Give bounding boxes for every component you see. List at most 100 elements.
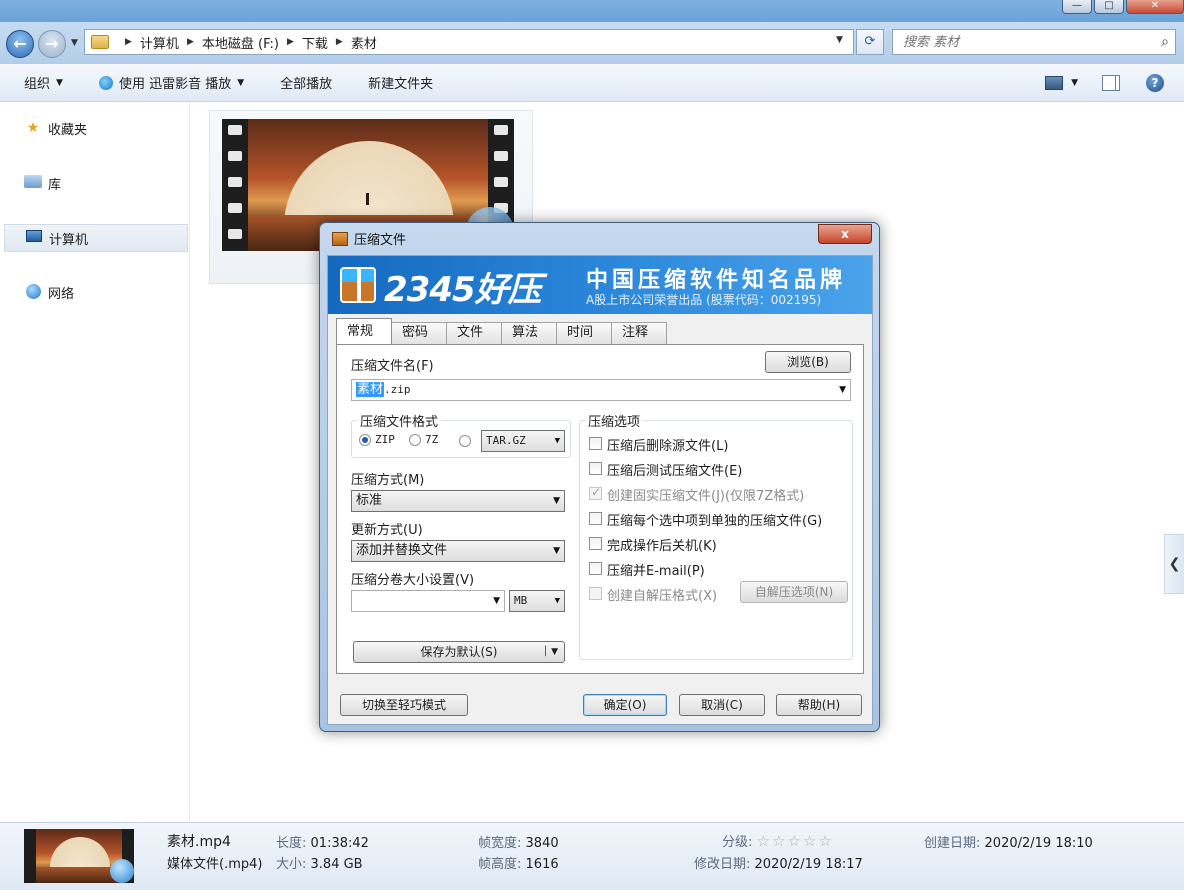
- nav-item-favorites[interactable]: ★ 收藏夹: [4, 114, 188, 142]
- light-mode-button[interactable]: 切换至轻巧模式: [340, 694, 468, 716]
- organize-menu[interactable]: 组织 ▼: [0, 73, 81, 92]
- brand-name: 2345好压: [384, 270, 542, 310]
- shutdown-checkbox[interactable]: [589, 537, 602, 550]
- play-all-button[interactable]: 全部播放: [262, 73, 350, 92]
- tab-comment[interactable]: 注释: [611, 322, 667, 344]
- chevron-down-icon: ▼: [554, 436, 560, 446]
- rating-label: 分级:: [722, 835, 753, 850]
- refresh-icon: ⟳: [864, 34, 876, 49]
- nav-item-network[interactable]: 网络: [4, 278, 188, 306]
- test-archive-label: 压缩后测试压缩文件(E): [607, 464, 743, 479]
- ok-button[interactable]: 确定(O): [583, 694, 667, 716]
- view-dropdown-icon[interactable]: ▼: [1071, 78, 1078, 88]
- sfx-checkbox[interactable]: [589, 587, 602, 600]
- command-bar: 组织 ▼ 使用 迅雷影音 播放 ▼ 全部播放 新建文件夹 ▼ ?: [0, 64, 1184, 102]
- filename-input[interactable]: 素材.zip ▼: [351, 379, 851, 401]
- address-bar[interactable]: ▶ 计算机 ▶ 本地磁盘 (F:) ▶ 下载 ▶ 素材: [84, 29, 854, 55]
- split-unit-select[interactable]: MB ▼: [509, 590, 565, 612]
- browse-button[interactable]: 浏览(B): [765, 351, 851, 373]
- maximize-button[interactable]: □: [1094, 0, 1124, 14]
- recent-pages-dropdown[interactable]: ▼: [71, 38, 78, 48]
- frame-height-value: 1616: [525, 857, 559, 872]
- search-input[interactable]: [893, 30, 1133, 54]
- chevron-right-icon[interactable]: ▶: [336, 37, 343, 47]
- close-icon: ✕: [1150, 0, 1160, 11]
- collapse-pane-handle[interactable]: ❮: [1164, 534, 1184, 594]
- back-button[interactable]: ←: [6, 30, 34, 58]
- minimize-button[interactable]: —: [1062, 0, 1092, 14]
- created-value: 2020/2/19 18:10: [984, 836, 1093, 851]
- nav-label: 收藏夹: [48, 122, 88, 138]
- tab-algorithm[interactable]: 算法: [501, 322, 557, 344]
- format-zip-option[interactable]: ZIP: [359, 433, 395, 446]
- split-size-input[interactable]: ▼: [351, 590, 505, 612]
- chevron-right-icon[interactable]: ▶: [187, 37, 194, 47]
- chevron-down-icon: ▼: [553, 496, 560, 506]
- chevron-down-icon[interactable]: │ ▼: [543, 642, 558, 662]
- breadcrumb-downloads[interactable]: 下载: [302, 33, 328, 52]
- dialog-close-button[interactable]: x: [818, 224, 872, 244]
- tab-files[interactable]: 文件: [446, 322, 502, 344]
- breadcrumb-computer[interactable]: 计算机: [140, 33, 179, 52]
- update-select[interactable]: 添加并替换文件 ▼: [351, 540, 565, 562]
- delete-source-label: 压缩后删除源文件(L): [607, 439, 729, 454]
- new-folder-button[interactable]: 新建文件夹: [350, 73, 451, 92]
- search-icon[interactable]: ⌕: [1161, 34, 1169, 50]
- window-titlebar: — □ ✕: [0, 0, 1184, 22]
- address-dropdown-icon[interactable]: ▼: [836, 35, 843, 45]
- separate-archives-checkbox[interactable]: [589, 512, 602, 525]
- tab-password[interactable]: 密码: [391, 322, 447, 344]
- search-box[interactable]: ⌕: [892, 29, 1176, 55]
- solid-archive-checkbox[interactable]: [589, 485, 602, 500]
- chevron-right-icon[interactable]: ▶: [287, 37, 294, 47]
- nav-item-libraries[interactable]: 库: [4, 169, 188, 197]
- help-button[interactable]: 帮助(H): [776, 694, 862, 716]
- chevron-down-icon[interactable]: ▼: [493, 591, 500, 611]
- radio-icon[interactable]: [459, 434, 471, 447]
- refresh-button[interactable]: ⟳: [856, 29, 884, 55]
- length-value: 01:38:42: [310, 836, 369, 851]
- xunlei-icon: [98, 75, 113, 90]
- sfx-options-button[interactable]: 自解压选项(N): [740, 581, 848, 603]
- format-other-select[interactable]: TAR.GZ ▼: [481, 430, 565, 452]
- navigation-pane: ★ 收藏夹 库 计算机 网络: [0, 102, 190, 822]
- delete-source-checkbox[interactable]: [589, 437, 602, 450]
- preview-pane-icon[interactable]: [1102, 75, 1120, 91]
- update-value: 添加并替换文件: [356, 543, 448, 558]
- length-label: 长度:: [276, 836, 307, 851]
- computer-icon: [25, 230, 43, 246]
- breadcrumb-drive[interactable]: 本地磁盘 (F:): [202, 33, 279, 52]
- save-default-button[interactable]: 保存为默认(S) │ ▼: [353, 641, 565, 663]
- format-7z-option[interactable]: 7Z: [409, 433, 438, 446]
- email-checkbox[interactable]: [589, 562, 602, 575]
- haozip-logo-icon: [340, 267, 376, 303]
- created-label: 创建日期:: [924, 836, 981, 851]
- brand-slogan: 中国压缩软件知名品牌: [586, 268, 847, 293]
- format-other-option[interactable]: [459, 433, 475, 448]
- cancel-button[interactable]: 取消(C): [679, 694, 765, 716]
- method-value: 标准: [356, 493, 383, 508]
- rating-stars[interactable]: ☆☆☆☆☆: [757, 832, 834, 850]
- play-with-menu[interactable]: 使用 迅雷影音 播放 ▼: [81, 73, 262, 92]
- breadcrumb: ▶ 计算机 ▶ 本地磁盘 (F:) ▶ 下载 ▶ 素材: [117, 33, 377, 52]
- radio-icon[interactable]: [409, 434, 421, 446]
- breadcrumb-current[interactable]: 素材: [351, 33, 377, 52]
- tab-time[interactable]: 时间: [556, 322, 612, 344]
- email-label: 压缩并E-mail(P): [607, 564, 705, 579]
- radio-selected-icon[interactable]: [359, 434, 371, 446]
- test-archive-checkbox[interactable]: [589, 462, 602, 475]
- organize-label: 组织: [24, 77, 51, 92]
- filename-label: 压缩文件名(F): [351, 359, 434, 374]
- chevron-right-icon[interactable]: ▶: [125, 37, 132, 47]
- tab-general[interactable]: 常规: [336, 318, 392, 344]
- close-button[interactable]: ✕: [1126, 0, 1184, 14]
- change-view-icon[interactable]: [1045, 76, 1064, 90]
- solid-archive-label: 创建固实压缩文件(J)(仅限7Z格式): [607, 489, 805, 504]
- chevron-down-icon[interactable]: ▼: [839, 380, 846, 400]
- nav-item-computer[interactable]: 计算机: [4, 224, 188, 252]
- forward-button[interactable]: →: [38, 30, 66, 58]
- method-select[interactable]: 标准 ▼: [351, 490, 565, 512]
- help-icon[interactable]: ?: [1146, 74, 1164, 92]
- format-zip-label: ZIP: [375, 433, 395, 446]
- folder-icon: [91, 35, 109, 49]
